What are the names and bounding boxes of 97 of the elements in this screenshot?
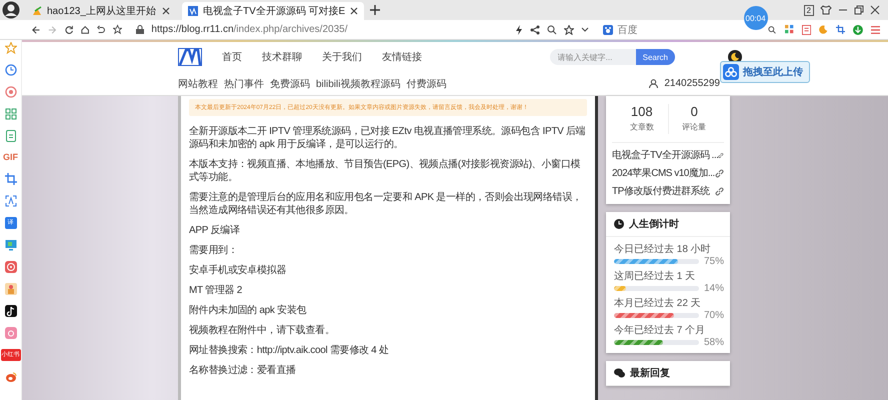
chat-icon — [614, 368, 625, 378]
undo-icon[interactable] — [97, 24, 106, 34]
scan-icon[interactable] — [4, 195, 16, 207]
clock-icon[interactable] — [4, 64, 16, 76]
link-icon — [715, 186, 724, 196]
paragraph: 名称替换过滤：爱看直播 — [189, 364, 297, 377]
favicon-icon — [32, 6, 42, 16]
progress-percent: 75% — [704, 256, 722, 267]
shirt-icon[interactable] — [820, 5, 832, 15]
paragraph: 需要注意的是管理后台的应用名和应用包名一定要和 APK 是一样的，否则会出现网络错误，当然造成网络错误还有其他很多原因。 — [189, 191, 583, 217]
menu-icon[interactable] — [870, 24, 880, 34]
tab-count[interactable]: 2 — [804, 4, 814, 16]
user-icon — [649, 79, 658, 88]
package-icon[interactable] — [4, 283, 16, 295]
nav-link[interactable]: 关于我们 — [322, 50, 362, 64]
share-icon[interactable] — [530, 24, 540, 34]
search-engine-label: 百度 — [617, 24, 638, 36]
stat-value: 108 — [630, 104, 653, 119]
countdown-label: 今年已经过去 7 个月 — [614, 324, 706, 337]
card-title: 人生倒计时 — [629, 218, 679, 231]
paw-icon — [603, 24, 614, 34]
countdown-label: 今日已经过去 18 小时 — [614, 242, 712, 256]
stat-label: 评论量 — [682, 122, 706, 133]
countdown-label: 这周已经过去 1 天 — [614, 270, 696, 283]
search-icon[interactable] — [768, 24, 777, 34]
paragraph: 全新开源版本二开 IPTV 管理系统源码，已对接 EZtv 电视直播管理系统。源码包含 IPTV 后端源码和未加密的 apk 用于反编译，是可以运行的。 — [189, 125, 586, 151]
lightning-icon[interactable] — [515, 24, 524, 34]
crop-icon[interactable] — [836, 24, 845, 35]
nav-link[interactable]: 首页 — [222, 50, 242, 64]
link-icon — [718, 150, 724, 160]
zoom-icon[interactable] — [547, 24, 558, 34]
post-link[interactable]: 电视盒子TV全开源源码 ... — [612, 148, 718, 162]
paragraph: APP 反编译 — [189, 224, 241, 237]
nav-link[interactable]: 友情链接 — [382, 50, 422, 64]
monitor-icon[interactable] — [4, 239, 16, 251]
search-field[interactable]: 请输入关键字... — [550, 49, 636, 65]
stat-value: 0 — [690, 104, 698, 119]
podcast-icon[interactable] — [4, 261, 16, 273]
document-icon[interactable] — [4, 130, 16, 142]
star-icon[interactable] — [564, 24, 574, 34]
apps-icon[interactable] — [784, 24, 794, 35]
theme-toggle-icon[interactable] — [728, 50, 742, 64]
paragraph: 附件内未加固的 apk 安装包 — [189, 304, 308, 317]
paragraph: 网址替换搜索：http://iptv.aik.cool 需要修改 4 处 — [189, 344, 390, 357]
paragraph: 需要用到： — [189, 244, 239, 257]
new-tab-icon[interactable] — [370, 5, 380, 15]
star-icon[interactable] — [113, 24, 122, 35]
close-icon[interactable] — [162, 7, 170, 15]
download-icon[interactable] — [853, 24, 863, 36]
browser-tab[interactable]: 电视盒子TV全开源源码 可对接E — [182, 2, 364, 20]
paragraph: MT 管理器 2 — [189, 284, 243, 297]
progress-percent: 70% — [704, 310, 722, 321]
chevron-down-icon[interactable] — [581, 26, 590, 32]
stat-label: 文章数 — [630, 122, 654, 133]
upload-tooltip-text: 拖拽至此上传 — [743, 66, 803, 79]
category-link[interactable]: bilibili视频教程源码 — [316, 76, 400, 90]
music-note-icon[interactable] — [4, 305, 16, 317]
favicon-icon — [188, 6, 198, 16]
lock-icon — [136, 25, 144, 34]
weibo-icon[interactable] — [4, 371, 16, 383]
upload-tooltip[interactable]: 拖拽至此上传 — [720, 61, 810, 83]
paragraph: 安卓手机或安卓模拟器 — [189, 264, 288, 277]
back-icon[interactable] — [32, 24, 40, 34]
address-field[interactable]: https://blog.rr11.cn/index.php/archives/2035/ — [130, 21, 596, 38]
username[interactable]: 2140255299 — [664, 78, 720, 89]
grid-icon[interactable] — [4, 108, 16, 120]
crop-icon[interactable] — [4, 173, 16, 185]
progress-percent: 14% — [704, 283, 722, 294]
clock-icon — [614, 219, 624, 229]
star-icon[interactable] — [4, 42, 16, 54]
countdown-label: 本月已经过去 22 天 — [614, 296, 702, 310]
category-link[interactable]: 网站教程 — [178, 76, 218, 90]
home-icon[interactable] — [80, 24, 90, 34]
site-logo-icon[interactable] — [178, 48, 202, 66]
tab-title: 电视盒子TV全开源源码 可对接E — [203, 4, 346, 18]
link-icon — [715, 168, 724, 178]
target-icon[interactable] — [4, 86, 16, 98]
card-title: 最新回复 — [630, 366, 670, 380]
cloud-icon — [723, 64, 739, 80]
url-text: https://blog.rr11.cn/index.php/archives/2035/ — [151, 24, 348, 35]
restore-icon[interactable] — [854, 5, 864, 15]
reload-icon[interactable] — [64, 24, 73, 34]
category-link[interactable]: 免费源码 — [270, 76, 310, 90]
progress-percent: 58% — [704, 337, 722, 348]
category-link[interactable]: 热门事件 — [224, 76, 264, 90]
browser-tab[interactable]: hao123_上网从这里开始 — [26, 2, 176, 20]
nav-link[interactable]: 技术群聊 — [262, 50, 302, 64]
close-icon[interactable] — [870, 5, 880, 15]
category-link[interactable]: 付费源码 — [406, 76, 446, 90]
document-icon[interactable] — [802, 24, 811, 36]
close-icon[interactable] — [350, 7, 358, 15]
tab-title: hao123_上网从这里开始 — [47, 4, 157, 18]
paragraph: 视频教程在附件中，请下载查看。 — [189, 324, 336, 337]
post-link[interactable]: 2024苹果CMS v10魔加... — [612, 166, 715, 180]
post-link[interactable]: TP修改版付费进群系统 — [612, 184, 710, 198]
paragraph: 本版本支持：视频直播、本地播放、节目预告(EPG)、视频点播(对接影视资源站)、小窗口模式等功能。 — [189, 158, 582, 184]
search-button[interactable]: Search — [636, 49, 675, 65]
